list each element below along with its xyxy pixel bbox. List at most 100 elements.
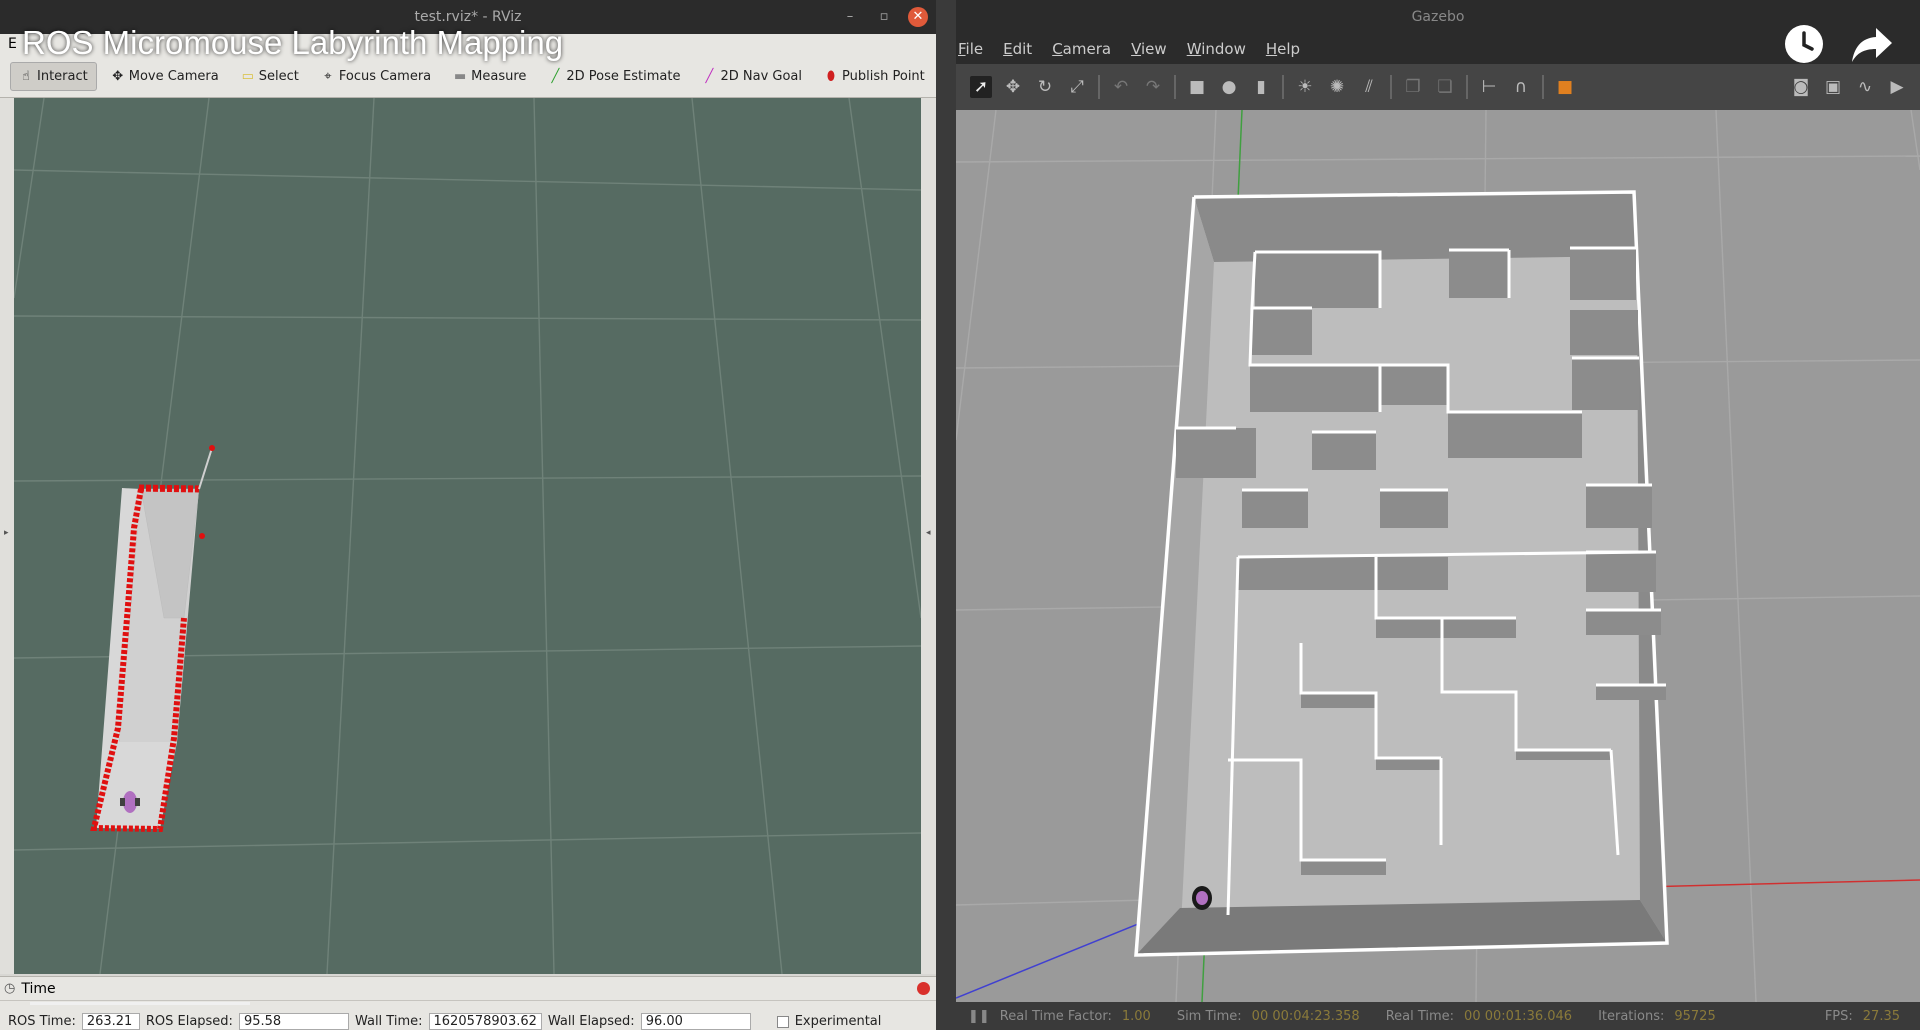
cylinder-shape-icon[interactable]: ▮ [1250,76,1272,98]
fps-label: FPS: [1824,1008,1853,1024]
outer-wall-south [1136,900,1667,955]
wall-elapsed-label: Wall Elapsed: [547,1014,635,1029]
spot-light-icon[interactable]: ✺ [1326,76,1348,98]
ros-elapsed-field: 95.58 [238,1013,349,1030]
expand-left-icon: ▸ [4,528,9,538]
wall-elapsed-field: 96.00 [640,1013,751,1030]
tool-label: Select [258,69,299,84]
wall-time-field: 1620578903.62 [428,1013,542,1030]
tool-label: Interact [37,69,88,84]
menu-edit[interactable]: Edit [1003,40,1032,58]
map-pin-icon: ⬮ [826,69,836,84]
menu-view[interactable]: View [1131,40,1167,58]
align-icon[interactable]: ⊢ [1478,76,1500,98]
right-dock-handle[interactable]: ◂ [921,98,936,974]
menu-window[interactable]: Window [1187,40,1246,58]
rtf-value: 1.00 [1121,1008,1151,1024]
laser-ray [198,447,213,490]
screenshot-icon[interactable]: ◙ [1790,76,1812,98]
gazebo-titlebar: Gazebo [956,0,1920,34]
menu-camera[interactable]: Camera [1052,40,1111,58]
tool-move-camera[interactable]: ✥ Move Camera [103,63,227,90]
maximize-icon[interactable]: ▫ [874,7,894,27]
laser-hits-top [138,484,200,493]
experimental-checkbox[interactable] [776,1015,789,1028]
sim-time-label: Sim Time: [1176,1008,1242,1024]
clock-icon: ◷ [4,981,16,996]
toolbar-separator [1098,75,1100,99]
tool-label: Focus Camera [338,69,432,84]
move-camera-icon: ✥ [112,69,124,84]
window-divider [936,0,956,1030]
tool-select[interactable]: ▭ Select [233,63,307,90]
directional-light-icon[interactable]: ⫽ [1358,76,1380,98]
robot-wheel [135,798,140,806]
snap-icon[interactable]: ∩ [1510,76,1532,98]
select-mode-icon[interactable]: ➚ [970,76,992,98]
left-dock-handle[interactable]: ▸ [0,98,14,974]
time-progress-bar [30,1002,250,1005]
pink-arrow-icon: ╱ [705,69,714,84]
video-record-icon[interactable]: ▶ [1886,76,1908,98]
copy-icon[interactable]: ❐ [1402,76,1424,98]
tool-interact[interactable]: ☝ Interact [10,62,97,91]
time-panel-header: ◷ Time [0,977,936,1001]
sphere-shape-icon[interactable]: ● [1218,76,1240,98]
rviz-3d-viewport[interactable] [14,98,921,974]
menu-item-partial[interactable]: E [8,36,17,52]
time-panel-title: Time [21,980,56,997]
toolbar-separator [1174,75,1176,99]
toolbar-separator [1282,75,1284,99]
rviz-window-controls: – ▫ ✕ [840,7,928,27]
sim-time-value: 00 00:04:23.358 [1251,1008,1360,1024]
tool-2d-pose-estimate[interactable]: ╱ 2D Pose Estimate [540,63,688,90]
toolbar-separator [1390,75,1392,99]
point-light-icon[interactable]: ☀ [1294,76,1316,98]
video-title[interactable]: ROS Micromouse Labyrinth Mapping [22,24,563,62]
menu-help[interactable]: Help [1266,40,1300,58]
paste-icon[interactable]: ❏ [1434,76,1456,98]
close-panel-icon[interactable] [917,982,930,995]
robot-wheel [120,798,125,806]
laser-hit-point [199,533,205,539]
undo-icon[interactable]: ↶ [1110,76,1132,98]
toolbar-separator [1466,75,1468,99]
ros-elapsed-label: ROS Elapsed: [145,1014,233,1029]
tool-2d-nav-goal[interactable]: ╱ 2D Nav Goal [694,63,810,90]
plot-icon[interactable]: ∿ [1854,76,1876,98]
real-time-label: Real Time: [1385,1008,1455,1024]
tool-focus-camera[interactable]: ⌖ Focus Camera [313,63,439,90]
clock-icon[interactable] [1782,22,1826,66]
tool-measure[interactable]: ▬ Measure [445,63,534,90]
menu-file[interactable]: File [958,40,983,58]
focus-camera-icon: ⌖ [324,69,332,84]
time-values-row: ROS Time: 263.21 ROS Elapsed: 95.58 Wall… [0,1013,936,1030]
box-shape-icon[interactable]: ■ [1186,76,1208,98]
change-view-icon[interactable]: ■ [1554,76,1576,98]
tool-label: Publish Point [842,69,925,84]
rtf-label: Real Time Factor: [999,1008,1112,1024]
log-icon[interactable]: ▣ [1822,76,1844,98]
rotate-mode-icon[interactable]: ↻ [1034,76,1056,98]
green-arrow-icon: ╱ [551,69,560,84]
tool-publish-point[interactable]: ⬮ Publish Point [816,63,933,90]
laser-scan-map [90,445,215,833]
rviz-window-title: test.rviz* - RViz [414,9,522,25]
fps-value: 27.35 [1862,1008,1900,1024]
gazebo-toolbar: ➚ ✥ ↻ ⤢ ↶ ↷ ■ ● ▮ ☀ ✺ ⫽ ❐ ❏ ⊢ ∩ ■ ◙ ▣ ∿ … [956,64,1920,110]
tool-label: 2D Pose Estimate [566,69,681,84]
share-arrow-icon[interactable] [1850,22,1894,66]
gazebo-menubar: File Edit Camera View Window Help [956,34,1920,64]
pause-icon[interactable]: ❚❚ [968,1009,990,1024]
minimize-icon[interactable]: – [840,7,860,27]
redo-icon[interactable]: ↷ [1142,76,1164,98]
close-icon[interactable]: ✕ [908,7,928,27]
ruler-icon: ▬ [453,69,467,84]
gazebo-3d-viewport[interactable] [956,110,1920,1002]
translate-mode-icon[interactable]: ✥ [1002,76,1024,98]
ros-time-label: ROS Time: [8,1014,76,1029]
toolbar-separator [1542,75,1544,99]
expand-right-icon: ◂ [926,528,931,538]
iterations-value: 95725 [1674,1008,1716,1024]
scale-mode-icon[interactable]: ⤢ [1066,76,1088,98]
